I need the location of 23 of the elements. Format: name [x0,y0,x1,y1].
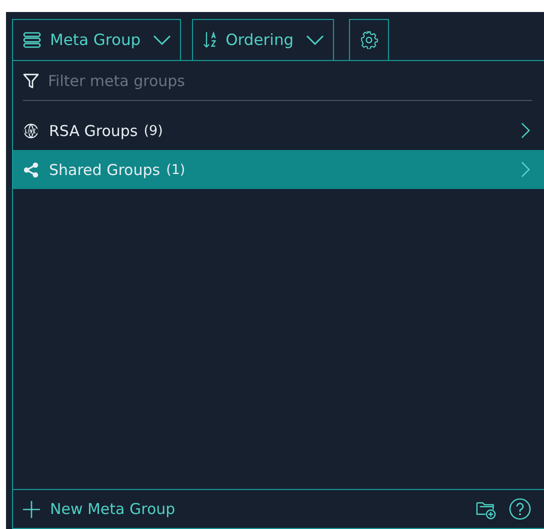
sort-az-icon [202,31,217,49]
chevron-right-icon [521,161,530,178]
filter-field[interactable]: Filter meta groups [48,72,532,90]
chevron-down-icon [152,35,171,45]
meta-group-dropdown[interactable]: Meta Group [12,19,181,60]
settings-button[interactable] [348,19,389,60]
globe-icon [23,122,39,138]
chevron-down-icon [306,35,324,45]
help-icon[interactable] [509,498,531,520]
chevron-right-icon [521,122,530,139]
item-count: (1) [166,162,186,178]
settings-icon [360,31,378,49]
filter-icon [23,72,39,88]
item-count: (9) [144,122,163,138]
meta-group-item[interactable]: Shared Groups (1) [13,150,544,189]
item-label: RSA Groups [49,122,138,140]
meta-group-item[interactable]: RSA Groups (9) [13,111,544,150]
plus-icon [23,500,40,518]
stack-icon [23,32,41,48]
new-meta-group-button[interactable]: New Meta Group [23,500,176,518]
item-label: Shared Groups [49,160,160,178]
share-icon [23,162,39,178]
ordering-dropdown[interactable]: Ordering [192,19,334,60]
